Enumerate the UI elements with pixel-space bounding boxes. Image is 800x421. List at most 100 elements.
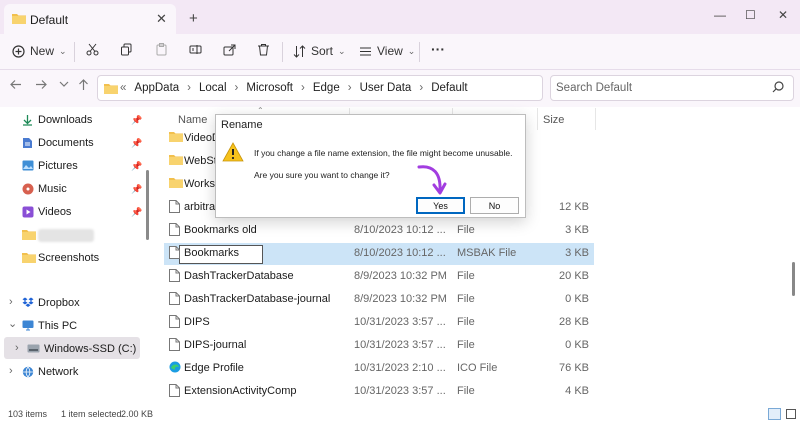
- chevron-right-icon[interactable]: ›: [235, 82, 239, 94]
- chevron-down-icon: ⌄: [338, 45, 346, 56]
- back-icon[interactable]: [10, 79, 22, 90]
- warning-icon: [222, 142, 244, 162]
- list-scrollbar[interactable]: [792, 262, 795, 296]
- file-size: 28 KB: [559, 316, 589, 328]
- pin-icon[interactable]: 📌: [131, 207, 142, 218]
- folder-icon: [169, 154, 183, 165]
- file-name: Bookmarks old: [184, 224, 257, 236]
- crumb-user-data[interactable]: User Data: [360, 82, 412, 94]
- recent-locations-icon[interactable]: [59, 81, 69, 88]
- pin-icon[interactable]: 📌: [131, 115, 142, 126]
- close-button[interactable]: ✕: [778, 8, 788, 22]
- file-icon: [169, 246, 180, 259]
- rename-icon[interactable]: [189, 43, 202, 56]
- item-count: 103 items: [8, 409, 48, 419]
- documents-icon: [22, 137, 33, 149]
- collapse-icon[interactable]: ⌄: [8, 317, 17, 330]
- pin-icon[interactable]: 📌: [131, 138, 142, 149]
- details-view-icon[interactable]: [768, 408, 781, 420]
- chevron-right-icon[interactable]: ›: [419, 82, 423, 94]
- up-icon[interactable]: [78, 79, 89, 91]
- overflow-icon[interactable]: «: [120, 82, 126, 94]
- copy-icon[interactable]: [120, 43, 133, 56]
- nav-item-network[interactable]: Network: [38, 366, 78, 378]
- nav-item-documents[interactable]: Documents: [38, 137, 94, 149]
- nav-item-pictures[interactable]: Pictures: [38, 160, 78, 172]
- file-icon: [169, 384, 180, 397]
- nav-item-screenshots[interactable]: Screenshots: [38, 252, 99, 264]
- file-date: 8/10/2023 10:12 ...: [354, 247, 446, 259]
- crumb-appdata[interactable]: AppData: [134, 82, 179, 94]
- column-header-size[interactable]: Size: [543, 114, 564, 126]
- yes-button[interactable]: Yes: [416, 197, 465, 214]
- folder-icon: [12, 13, 26, 24]
- file-size: 76 KB: [559, 362, 589, 374]
- drive-icon: [27, 344, 40, 353]
- pictures-icon: [22, 160, 34, 171]
- sort-button[interactable]: Sort ⌄: [293, 44, 346, 58]
- crumb-default[interactable]: Default: [431, 82, 467, 94]
- minimize-button[interactable]: —: [714, 8, 726, 22]
- nav-item-windows-ssd[interactable]: Windows-SSD (C:): [44, 343, 136, 355]
- tab-title: Default: [30, 13, 69, 27]
- nav-item-music[interactable]: Music: [38, 183, 67, 195]
- chevron-right-icon[interactable]: ›: [348, 82, 352, 94]
- toolbar-divider: [419, 42, 420, 62]
- file-date: 10/31/2023 3:57 ...: [354, 316, 446, 328]
- expand-icon[interactable]: ›: [9, 365, 13, 377]
- maximize-button[interactable]: ☐: [745, 8, 756, 22]
- breadcrumb: « AppData › Local › Microsoft › Edge › U…: [120, 82, 468, 94]
- nav-item-dropbox[interactable]: Dropbox: [38, 297, 80, 309]
- plus-circle-icon: [12, 44, 25, 58]
- share-icon[interactable]: [223, 43, 236, 56]
- nav-item-downloads[interactable]: Downloads: [38, 114, 92, 126]
- pin-icon[interactable]: 📌: [131, 184, 142, 195]
- nav-item-this-pc[interactable]: This PC: [38, 320, 77, 332]
- new-label: New: [30, 44, 55, 58]
- file-size: 0 KB: [565, 293, 589, 305]
- file-type: MSBAK File: [457, 247, 517, 259]
- file-date: 8/9/2023 10:32 PM: [354, 293, 447, 305]
- more-options-icon[interactable]: ···: [431, 41, 445, 57]
- no-button[interactable]: No: [470, 197, 519, 214]
- crumb-microsoft[interactable]: Microsoft: [246, 82, 293, 94]
- file-type: File: [457, 293, 475, 305]
- new-button[interactable]: New ⌄: [12, 44, 67, 58]
- download-icon: [22, 114, 33, 126]
- file-size: 3 KB: [565, 224, 589, 236]
- file-date: 10/31/2023 2:10 ...: [354, 362, 446, 374]
- forward-icon[interactable]: [35, 79, 47, 90]
- dialog-title: Rename: [221, 119, 263, 131]
- nav-item-videos[interactable]: Videos: [38, 206, 71, 218]
- tab-close-icon[interactable]: ✕: [156, 11, 167, 27]
- cut-icon[interactable]: [86, 43, 99, 56]
- column-divider[interactable]: [537, 108, 538, 130]
- file-size: 4 KB: [565, 385, 589, 397]
- chevron-down-icon: ⌄: [59, 45, 67, 56]
- view-button[interactable]: View ⌄: [359, 44, 415, 58]
- search-icon: [772, 81, 784, 93]
- chevron-right-icon[interactable]: ›: [301, 82, 305, 94]
- expand-icon[interactable]: ›: [15, 342, 19, 354]
- column-divider[interactable]: [595, 108, 596, 130]
- file-type: File: [457, 339, 475, 351]
- delete-icon[interactable]: [257, 43, 270, 56]
- new-tab-button[interactable]: +: [189, 10, 198, 27]
- column-header-name[interactable]: Name: [178, 114, 207, 126]
- crumb-local[interactable]: Local: [199, 82, 227, 94]
- file-size: 0 KB: [565, 339, 589, 351]
- nav-scrollbar[interactable]: [146, 170, 149, 240]
- tiles-view-icon[interactable]: [786, 409, 796, 419]
- file-type: File: [457, 316, 475, 328]
- paste-icon[interactable]: [155, 43, 168, 56]
- chevron-right-icon[interactable]: ›: [187, 82, 191, 94]
- folder-icon: [104, 83, 118, 94]
- pin-icon[interactable]: 📌: [131, 161, 142, 172]
- toolbar-divider: [282, 42, 283, 62]
- file-type: ICO File: [457, 362, 498, 374]
- file-size: 12 KB: [559, 201, 589, 213]
- crumb-edge[interactable]: Edge: [313, 82, 340, 94]
- blurred-folder-name[interactable]: [38, 229, 94, 242]
- expand-icon[interactable]: ›: [9, 296, 13, 308]
- selection-size: 2.00 KB: [121, 409, 154, 419]
